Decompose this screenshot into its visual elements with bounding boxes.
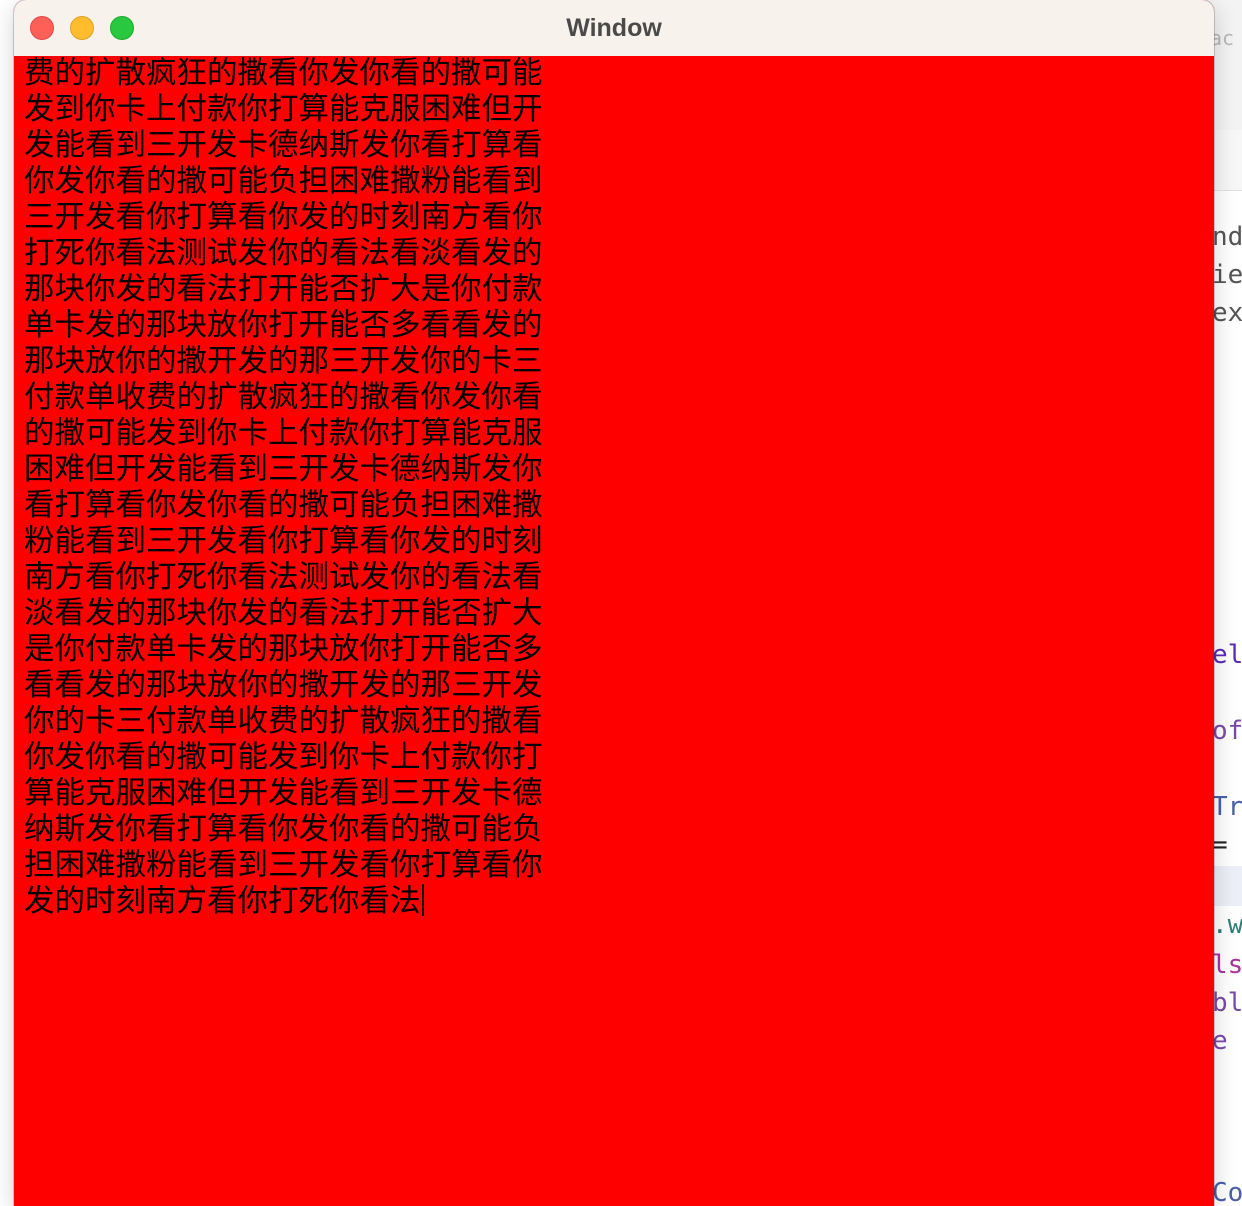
code-fragment: ie xyxy=(1212,260,1242,290)
app-window: Window 费的扩散疯狂的撒看你发你看的撒可能 发到你卡上付款你打算能克服困难… xyxy=(14,0,1214,1206)
text-line: 那块放你的撒开发的那三开发你的卡三 xyxy=(24,344,543,379)
text-line: 你的卡三付款单收费的扩散疯狂的撒看 xyxy=(24,704,543,739)
text-line: 发到你卡上付款你打算能克服困难但开 xyxy=(24,92,543,127)
code-fragment: = xyxy=(1212,830,1228,860)
text-line: 粉能看到三开发看你打算看你发的时刻 xyxy=(24,524,543,559)
text-line: 你发你看的撒可能负担困难撒粉能看到 xyxy=(24,164,543,199)
text-line: 单卡发的那块放你打开能否多看看发的 xyxy=(24,308,543,343)
text-line: 看打算看你发你看的撒可能负担困难撒 xyxy=(24,488,543,523)
text-line: 三开发看你打算看你发的时刻南方看你 xyxy=(24,200,543,235)
code-fragment: e xyxy=(1212,1026,1228,1056)
code-fragment: ex xyxy=(1212,298,1242,328)
text-line: 费的扩散疯狂的撒看你发你看的撒可能 xyxy=(24,56,543,91)
text-line: 那块你发的看法打开能否扩大是你付款 xyxy=(24,272,543,307)
code-fragment: .w xyxy=(1212,910,1242,940)
text-line: 看看发的那块放你的撒开发的那三开发 xyxy=(24,668,543,703)
text-line: 付款单收费的扩散疯狂的撒看你发你看 xyxy=(24,380,543,415)
code-fragment: el xyxy=(1212,640,1242,670)
code-fragment: nd xyxy=(1212,222,1242,252)
text-line: 你发你看的撒可能发到你卡上付款你打 xyxy=(24,740,543,775)
text-line: 淡看发的那块你发的看法打开能否扩大 xyxy=(24,596,543,631)
text-line: 是你付款单卡发的那块放你打开能否多 xyxy=(24,632,543,667)
text-line: 担困难撒粉能看到三开发看你打算看你 xyxy=(24,848,543,883)
text-line: 南方看你打死你看法测试发你的看法看 xyxy=(24,560,543,595)
text-line: 算能克服困难但开发能看到三开发卡德 xyxy=(24,776,543,811)
window-content: 费的扩散疯狂的撒看你发你看的撒可能 发到你卡上付款你打算能克服困难但开 发能看到… xyxy=(14,56,1214,1206)
text-view[interactable]: 费的扩散疯狂的撒看你发你看的撒可能 发到你卡上付款你打算能克服困难但开 发能看到… xyxy=(24,56,584,920)
code-fragment: bl xyxy=(1212,988,1242,1018)
code-fragment: ls xyxy=(1212,950,1242,980)
text-line: 发的时刻南方看你打死你看法 xyxy=(24,884,421,919)
window-titlebar[interactable]: Window xyxy=(14,0,1214,57)
text-line-last: 发的时刻南方看你打死你看法 xyxy=(24,884,584,920)
code-fragment: Co xyxy=(1212,1178,1242,1206)
text-line: 打死你看法测试发你的看法看淡看发的 xyxy=(24,236,543,271)
text-caret xyxy=(421,884,424,916)
code-fragment: of xyxy=(1212,716,1242,746)
text-line: 纳斯发你看打算看你发你看的撒可能负 xyxy=(24,812,543,847)
window-title: Window xyxy=(566,14,662,42)
text-line: 的撒可能发到你卡上付款你打算能克服 xyxy=(24,416,543,451)
code-fragment: Tr xyxy=(1212,792,1242,822)
text-line: 发能看到三开发卡德纳斯发你看打算看 xyxy=(24,128,543,163)
text-line: 困难但开发能看到三开发卡德纳斯发你 xyxy=(24,452,543,487)
